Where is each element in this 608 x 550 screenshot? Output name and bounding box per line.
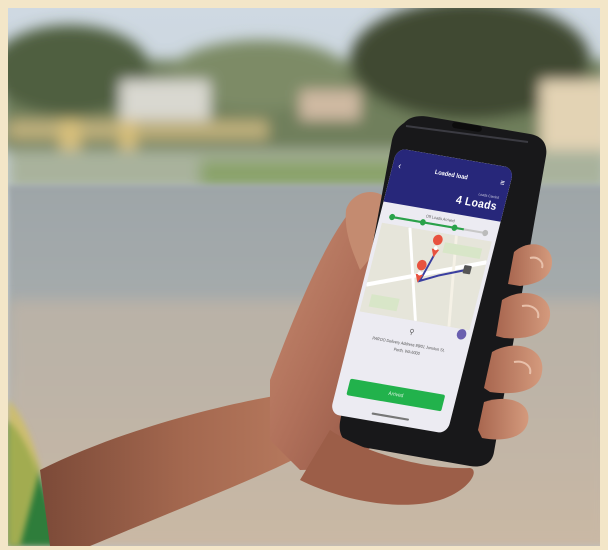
photo-scene: ‹ Loaded load ≡ Loads Carried 4 Loads Of… [0,0,608,550]
progress-step [481,229,489,237]
progress-step [419,218,427,226]
progress-step [450,224,458,232]
home-indicator [371,412,410,421]
arrived-button[interactable]: Arrived [346,378,446,412]
map-canvas [359,222,492,331]
route-map[interactable] [359,222,492,331]
progress-step [388,213,396,221]
phone-body [339,116,547,467]
header-title: Loaded load [433,169,469,182]
